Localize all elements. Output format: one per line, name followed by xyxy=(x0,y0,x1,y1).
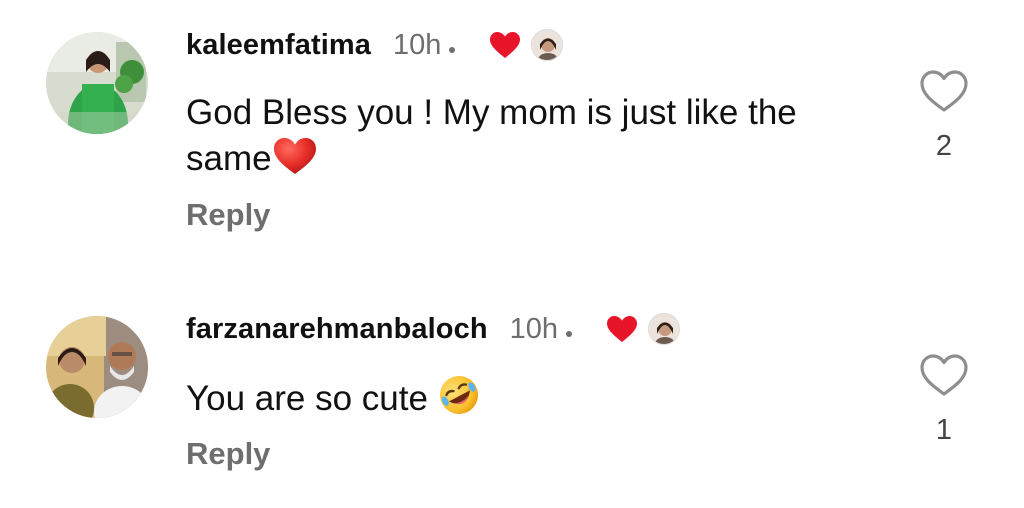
commenter-avatar[interactable] xyxy=(46,32,148,134)
comment-username[interactable]: farzanarehmanbaloch xyxy=(186,313,488,346)
reply-button[interactable]: Reply xyxy=(186,436,270,472)
comment-timestamp: 10h xyxy=(392,28,442,61)
comment-username[interactable]: kaleemfatima xyxy=(186,29,371,62)
like-heart-icon[interactable] xyxy=(918,352,970,398)
comment-header: kaleemfatima 10h xyxy=(186,28,564,62)
comment-item: kaleemfatima 10h God Bless you ! My mom … xyxy=(0,0,1024,254)
creator-liked-heart-icon xyxy=(490,32,521,58)
avatar-woman-green-dress-icon xyxy=(46,32,148,134)
separator-dot xyxy=(566,331,573,337)
creator-avatar-icon xyxy=(532,30,563,60)
avatar-couple-photo-icon xyxy=(46,316,148,418)
comment-header: farzanarehmanbaloch 10h xyxy=(186,312,681,346)
comment-timestamp: 10h xyxy=(509,312,559,345)
separator-dot xyxy=(449,47,456,53)
rolling-on-floor-laughing-emoji-icon xyxy=(439,376,478,414)
like-count: 2 xyxy=(935,130,953,162)
like-count: 1 xyxy=(935,414,953,446)
reply-button[interactable]: Reply xyxy=(186,197,270,233)
creator-avatar xyxy=(648,313,681,345)
comment-text: You are so cute xyxy=(186,374,876,422)
creator-avatar xyxy=(531,29,564,61)
creator-avatar-icon xyxy=(649,314,680,344)
creator-liked-heart-icon xyxy=(607,316,638,342)
like-heart-icon[interactable] xyxy=(918,68,970,114)
comment-item: farzanarehmanbaloch 10h You are so cute xyxy=(0,254,1024,508)
comment-text-content: You are so cute xyxy=(186,379,428,418)
commenter-avatar[interactable] xyxy=(46,316,148,418)
comment-text: God Bless you ! My mom is just like the … xyxy=(186,90,876,182)
red-heart-emoji-icon xyxy=(273,138,316,174)
